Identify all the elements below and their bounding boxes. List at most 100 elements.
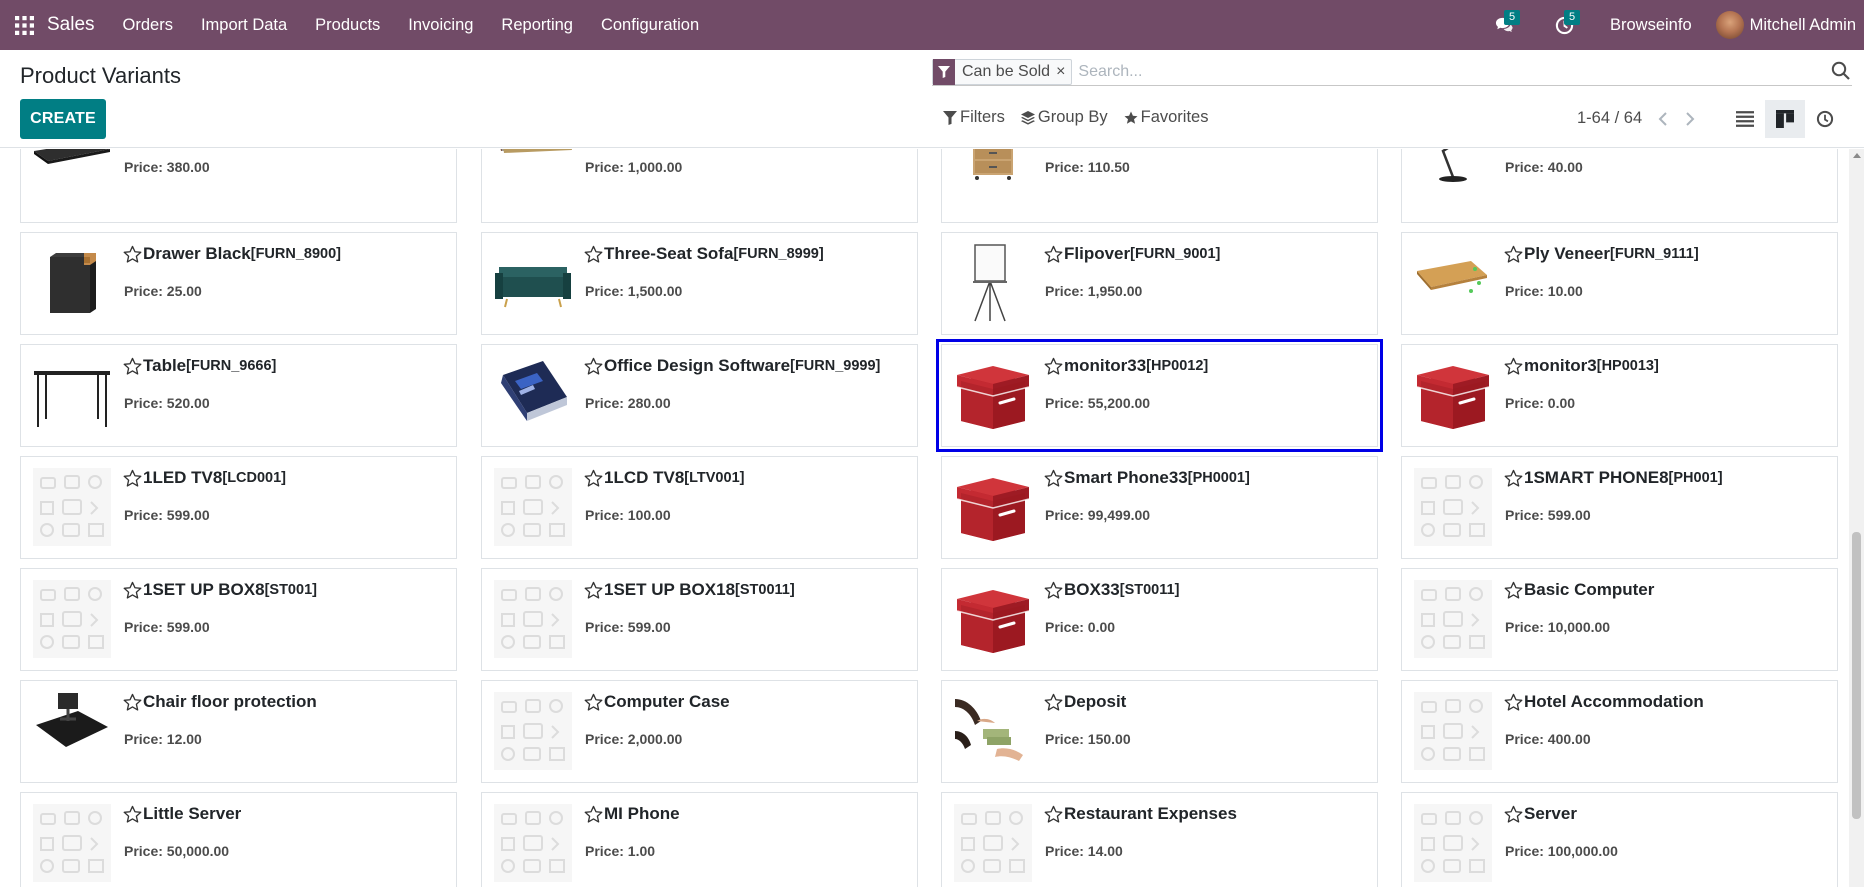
menu-reporting[interactable]: Reporting (487, 0, 587, 50)
product-card[interactable]: 1SET UP BOX18 [ST0011] Price: 599.00 (481, 568, 918, 671)
top-navbar: Sales Orders Import Data Products Invoic… (0, 0, 1864, 50)
favorite-star-icon[interactable] (123, 581, 142, 600)
product-price: Price: 1,950.00 (1045, 283, 1143, 299)
user-menu[interactable]: Mitchell Admin (1715, 11, 1864, 39)
groupby-toggle[interactable]: Group By (1020, 108, 1108, 127)
product-card[interactable]: Basic Computer Price: 10,000.00 (1401, 568, 1838, 671)
favorite-star-icon[interactable] (584, 357, 603, 376)
favorite-star-icon[interactable] (123, 805, 142, 824)
favorite-star-icon[interactable] (1504, 469, 1523, 488)
product-card[interactable]: 1LED TV8 [LCD001] Price: 599.00 (20, 456, 457, 559)
search-icon[interactable] (1830, 60, 1852, 82)
favorite-star-icon[interactable] (1044, 581, 1063, 600)
favorite-star-icon[interactable] (584, 581, 603, 600)
product-card[interactable]: 1SET UP BOX8 [ST001] Price: 599.00 (20, 568, 457, 671)
favorite-star-icon[interactable] (584, 469, 603, 488)
product-card[interactable]: Office Design Software [FURN_9999] Price: … (481, 344, 918, 447)
menu-import-data[interactable]: Import Data (187, 0, 301, 50)
favorite-star-icon[interactable] (1044, 245, 1063, 264)
favorite-star-icon[interactable] (123, 357, 142, 376)
product-card[interactable]: monitor33 [HP0012] Price: 55,200.00 (936, 339, 1383, 452)
product-title: Table [FURN_9666] (123, 356, 276, 376)
product-card[interactable]: Smart Phone33 [PH0001] Price: 99,499.00 (941, 456, 1378, 559)
scroll-up-icon[interactable] (1853, 153, 1861, 158)
favorite-star-icon[interactable] (123, 693, 142, 712)
menu-orders[interactable]: Orders (109, 0, 187, 50)
favorite-star-icon[interactable] (584, 805, 603, 824)
favorite-star-icon[interactable] (584, 245, 603, 264)
filters-toggle[interactable]: Filters (943, 108, 1005, 127)
list-view-icon[interactable] (1725, 100, 1765, 138)
product-card[interactable]: Price: 380.00 (20, 149, 457, 223)
search-input[interactable] (1078, 62, 1779, 81)
product-card[interactable]: Flipover [FURN_9001] Price: 1,950.00 (941, 232, 1378, 335)
product-card[interactable]: monitor3 [HP0013] Price: 0.00 (1401, 344, 1838, 447)
product-card[interactable]: Little Server Price: 50,000.00 (20, 792, 457, 887)
scrollbar-thumb[interactable] (1852, 532, 1861, 819)
product-name: BOX33 (1064, 580, 1120, 599)
product-card[interactable]: Drawer Black [FURN_8900] Price: 25.00 (20, 232, 457, 335)
pager-next-icon[interactable] (1680, 109, 1700, 129)
favorite-star-icon[interactable] (1044, 805, 1063, 824)
pager-value[interactable]: 1-64 / 64 (1577, 109, 1642, 128)
product-price: Price: 380.00 (124, 159, 210, 175)
favorite-star-icon[interactable] (1044, 693, 1063, 712)
activities-systray[interactable]: 5 (1534, 0, 1594, 50)
product-card[interactable]: Price: 110.50 (941, 149, 1378, 223)
product-card[interactable]: Deposit Price: 150.00 (941, 680, 1378, 783)
product-code: [FURN_9111] (1610, 246, 1699, 262)
apps-menu-icon[interactable] (0, 0, 48, 50)
product-price: Price: 10,000.00 (1505, 619, 1611, 635)
product-image (1413, 355, 1493, 435)
product-card[interactable]: Computer Case Price: 2,000.00 (481, 680, 918, 783)
activity-view-icon[interactable] (1805, 100, 1845, 138)
favorite-star-icon[interactable] (1504, 357, 1523, 376)
favorite-star-icon[interactable] (1044, 469, 1063, 488)
product-title: 1SMART PHONE8 [PH001] (1504, 468, 1723, 488)
favorite-star-icon[interactable] (123, 245, 142, 264)
favorite-star-icon[interactable] (1504, 245, 1523, 264)
favorite-star-icon[interactable] (1044, 357, 1063, 376)
product-price: Price: 599.00 (124, 507, 210, 523)
product-card[interactable]: Restaurant Expenses Price: 14.00 (941, 792, 1378, 887)
product-price: Price: 599.00 (1505, 507, 1591, 523)
product-card[interactable]: Server Price: 100,000.00 (1401, 792, 1838, 887)
product-price: Price: 1.00 (585, 843, 656, 859)
favorite-star-icon[interactable] (584, 693, 603, 712)
favorite-star-icon[interactable] (1504, 581, 1523, 600)
product-card[interactable]: 1SMART PHONE8 [PH001] Price: 599.00 (1401, 456, 1838, 559)
facet-remove-icon[interactable]: × (1056, 63, 1071, 81)
menu-invoicing[interactable]: Invoicing (394, 0, 487, 50)
pager-previous-icon[interactable] (1653, 109, 1673, 129)
favorites-toggle[interactable]: Favorites (1124, 108, 1208, 127)
product-card[interactable]: Price: 40.00 (1401, 149, 1838, 223)
product-title: 1SET UP BOX18 [ST0011] (584, 580, 795, 600)
vertical-scrollbar[interactable] (1849, 149, 1864, 887)
product-card[interactable]: Hotel Accommodation Price: 400.00 (1401, 680, 1838, 783)
favorite-star-icon[interactable] (1504, 693, 1523, 712)
app-name[interactable]: Sales (47, 14, 109, 36)
menu-products[interactable]: Products (301, 0, 394, 50)
favorite-star-icon[interactable] (1504, 805, 1523, 824)
product-card[interactable]: Price: 1,000.00 (481, 149, 918, 223)
product-card[interactable]: MI Phone Price: 1.00 (481, 792, 918, 887)
kanban-view-icon[interactable] (1765, 100, 1805, 138)
create-button[interactable]: CREATE (20, 99, 106, 139)
product-card[interactable]: Table [FURN_9666] Price: 520.00 (20, 344, 457, 447)
product-card[interactable]: 1LCD TV8 [LTV001] Price: 100.00 (481, 456, 918, 559)
product-price: Price: 2,000.00 (585, 731, 683, 747)
company-switcher[interactable]: Browseinfo (1594, 16, 1716, 35)
product-title: 1LCD TV8 [LTV001] (584, 468, 744, 488)
product-image (953, 467, 1033, 547)
favorite-star-icon[interactable] (123, 469, 142, 488)
messages-systray[interactable]: 5 (1474, 0, 1534, 50)
product-card[interactable]: Chair floor protection Price: 12.00 (20, 680, 457, 783)
product-card[interactable]: Ply Veneer [FURN_9111] Price: 10.00 (1401, 232, 1838, 335)
product-name: Little Server (143, 804, 242, 823)
product-card[interactable]: Three-Seat Sofa [FURN_8999] Price: 1,500.0… (481, 232, 918, 335)
product-card[interactable]: BOX33 [ST0011] Price: 0.00 (941, 568, 1378, 671)
product-code: [LCD001] (222, 470, 287, 486)
product-name: Flipover (1064, 244, 1131, 263)
product-code: [HP0012] (1146, 358, 1209, 374)
menu-configuration[interactable]: Configuration (587, 0, 713, 50)
